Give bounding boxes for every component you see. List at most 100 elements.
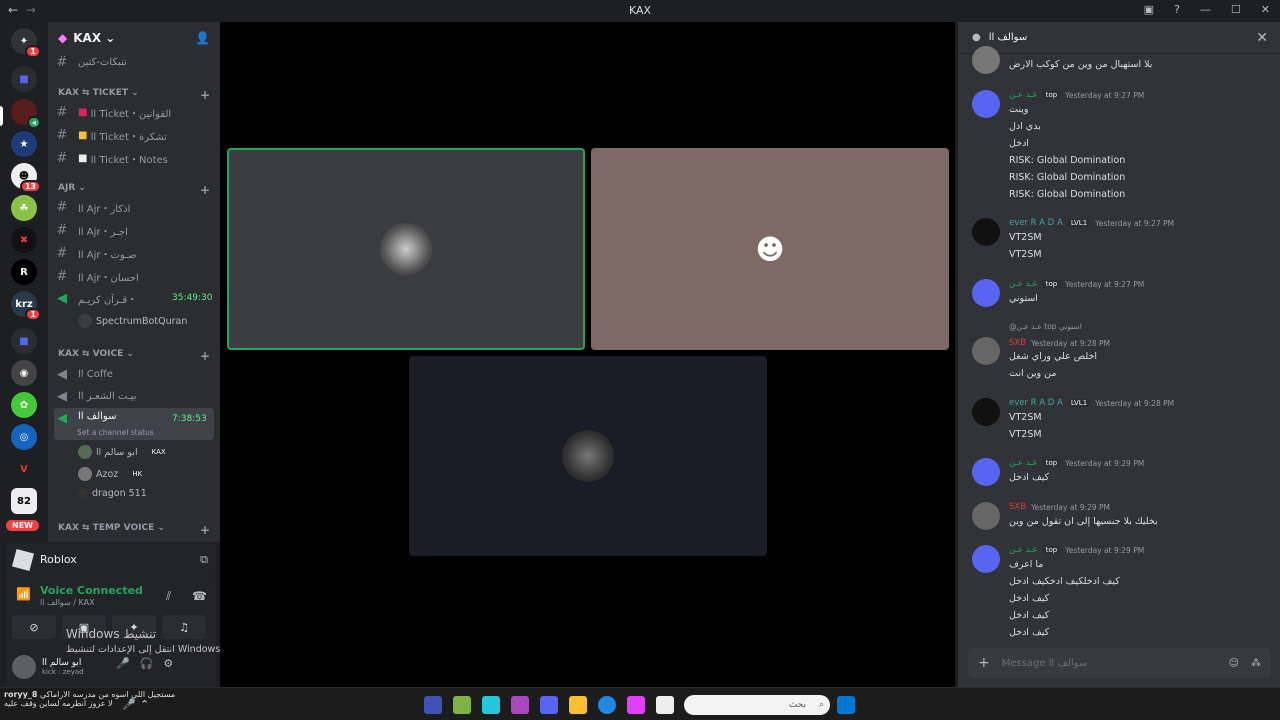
server-icon[interactable]: ◎ (11, 424, 37, 450)
message-input[interactable]: Message سوالف اا (1002, 658, 1087, 669)
inbox-icon[interactable]: ▣ (1144, 3, 1154, 16)
signal-icon[interactable]: 📶 (16, 587, 31, 601)
user-status: kick : zeyad (42, 668, 84, 676)
chevron-up-icon[interactable]: ⌃ (140, 698, 149, 711)
category-temp-voice[interactable]: KAX ⇆ TEMP VOICE ⌄ + (58, 523, 210, 537)
server-header[interactable]: ◆ KAX ⌄ 👤 (48, 22, 220, 54)
avatar[interactable] (972, 545, 1000, 573)
server-icon[interactable]: 82 (11, 488, 37, 514)
app-icon[interactable] (656, 696, 674, 714)
discord-home-icon[interactable]: ✦ 1 (11, 28, 41, 58)
server-icon[interactable]: ☘ (11, 195, 37, 221)
disconnect-icon[interactable]: ☎ (192, 589, 207, 603)
avatar[interactable] (972, 337, 1000, 365)
category-ajr[interactable]: Ajr ⌄ + (58, 183, 210, 197)
server-icon[interactable]: ✿ (11, 392, 37, 418)
server-icon[interactable]: ◉ (11, 360, 37, 386)
window-title: KAX (628, 4, 652, 17)
camera-button[interactable]: ⊘ (12, 615, 56, 639)
channel-item[interactable]: # اا Ajr・صـوت (54, 243, 214, 263)
title-bar: ← → KAX ▣ ? — ☐ ✕ (0, 0, 1280, 22)
invite-icon[interactable]: 👤 (195, 31, 210, 45)
channel-item[interactable]: # تنبكات-كتين (54, 52, 214, 72)
settings-icon[interactable]: ⚙ (163, 657, 173, 670)
channel-sidebar: ◆ KAX ⌄ 👤 # تنبكات-كتين KAX ⇆ TICKET ⌄ + #… (48, 22, 220, 542)
taskbar-search[interactable]: بحث ⌕ (684, 695, 830, 715)
chat-bubble-icon: ● (972, 32, 981, 43)
add-attachment-icon[interactable]: + (978, 655, 990, 671)
reply-preview[interactable]: @عـد عـن top استوني (1009, 322, 1082, 331)
notification-text: roryy_8 مستجيل اللي اسوه من مدرسه الارام… (4, 690, 176, 708)
app-icon[interactable] (424, 696, 442, 714)
avatar[interactable] (972, 502, 1000, 530)
voice-channel[interactable]: ◀ اا Coffe (54, 364, 214, 384)
search-icon: ⌕ (818, 700, 824, 710)
participant-tile[interactable]: ☻ (591, 148, 949, 350)
channel-status[interactable]: Set a channel status (77, 428, 154, 437)
server-icon[interactable]: R (11, 259, 37, 285)
avatar[interactable] (972, 279, 1000, 307)
windows-start-icon[interactable] (837, 696, 855, 714)
channel-item[interactable]: # ■ اا Ticket・Notes (54, 148, 214, 168)
avatar[interactable] (12, 655, 36, 679)
edge-icon[interactable] (598, 696, 616, 714)
file-explorer-icon[interactable] (569, 696, 587, 714)
voice-user[interactable]: ابو سالم اا KAX (78, 445, 169, 459)
server-icon[interactable]: krz 1 (11, 291, 41, 321)
close-icon[interactable]: ✕ (1256, 30, 1268, 46)
avatar[interactable] (972, 458, 1000, 486)
game-activity[interactable]: Roblox ⧉ (6, 542, 216, 577)
voice-channel[interactable]: ◀ بيـت الشعـر اا (54, 386, 214, 406)
avatar[interactable] (972, 398, 1000, 426)
server-icon[interactable]: ☻ 13 (11, 163, 41, 193)
microphone-icon[interactable]: 🎤 (122, 698, 136, 711)
voice-text-chat: ● سوالف اا ✕ بلا استهبال من وين من كوكب … (957, 22, 1280, 687)
avatar[interactable] (972, 90, 1000, 118)
new-badge: NEW (6, 520, 39, 531)
voice-user[interactable]: dragon 511 (78, 488, 147, 499)
category-ticket[interactable]: KAX ⇆ TICKET ⌄ + (58, 88, 210, 102)
discord-taskbar-icon[interactable] (540, 696, 558, 714)
participant-tile[interactable] (409, 356, 767, 556)
headphones-icon[interactable]: 🎧 (140, 657, 154, 670)
close-button[interactable]: ✕ (1261, 3, 1270, 16)
category-voice[interactable]: KAX ⇆ VOICE ⌄ + (58, 349, 210, 363)
server-icon[interactable]: ★ (11, 131, 37, 157)
emoji-icon[interactable]: ☺ (1229, 658, 1239, 669)
chat-header: ● سوالف اا ✕ (958, 22, 1280, 54)
microphone-icon[interactable]: 🎤 (116, 657, 130, 670)
help-icon[interactable]: ? (1174, 3, 1180, 16)
voice-channel-name[interactable]: سوالف اا / KAX (40, 598, 95, 607)
app-icon[interactable] (453, 696, 471, 714)
voice-timer: 7:38:53 (172, 414, 207, 424)
avatar[interactable] (972, 218, 1000, 246)
windows-taskbar: roryy_8 مستجيل اللي اسوه من مدرسه الارام… (0, 687, 1280, 720)
channel-item[interactable]: # اا Ajr・احسان (54, 266, 214, 286)
app-icon[interactable] (511, 696, 529, 714)
avatar: ☻ (755, 232, 785, 266)
apps-icon[interactable]: ⁂ (1251, 658, 1261, 669)
voice-user[interactable]: SpectrumBotQuran (78, 314, 187, 328)
roblox-icon (11, 548, 35, 571)
voice-user[interactable]: Azoz HK (78, 467, 146, 481)
message-composer[interactable]: + Message سوالف اا ☺ ⁂ (968, 648, 1271, 678)
username: ابو سالم اا (42, 658, 82, 668)
screen-share-icon[interactable]: ⧉ (200, 553, 208, 567)
noise-suppression-icon[interactable]: ⫽ (166, 589, 171, 604)
folder-icon[interactable]: ■ (11, 328, 37, 354)
window-controls: ▣ ? — ☐ ✕ (1144, 3, 1270, 16)
server-icon[interactable]: V (11, 456, 37, 482)
channel-item[interactable]: # اا Ajr・اذكار (54, 197, 214, 217)
voice-status[interactable]: Voice Connected (40, 584, 143, 597)
channel-item[interactable]: # ■ اا Ticket・تشكرة (54, 125, 214, 145)
minimize-button[interactable]: — (1200, 3, 1211, 16)
channel-item[interactable]: # ■ اا Ticket・القوانين (54, 102, 214, 122)
server-icon[interactable]: ✖ (11, 227, 37, 253)
participant-tile[interactable] (227, 148, 585, 350)
channel-item[interactable]: # اا Ajr・اجـر (54, 220, 214, 240)
server-icon[interactable]: ◂ (11, 99, 41, 129)
folder-icon[interactable]: ■ (11, 66, 37, 92)
maximize-button[interactable]: ☐ (1231, 3, 1241, 16)
copilot-icon[interactable] (627, 696, 645, 714)
app-icon[interactable] (482, 696, 500, 714)
